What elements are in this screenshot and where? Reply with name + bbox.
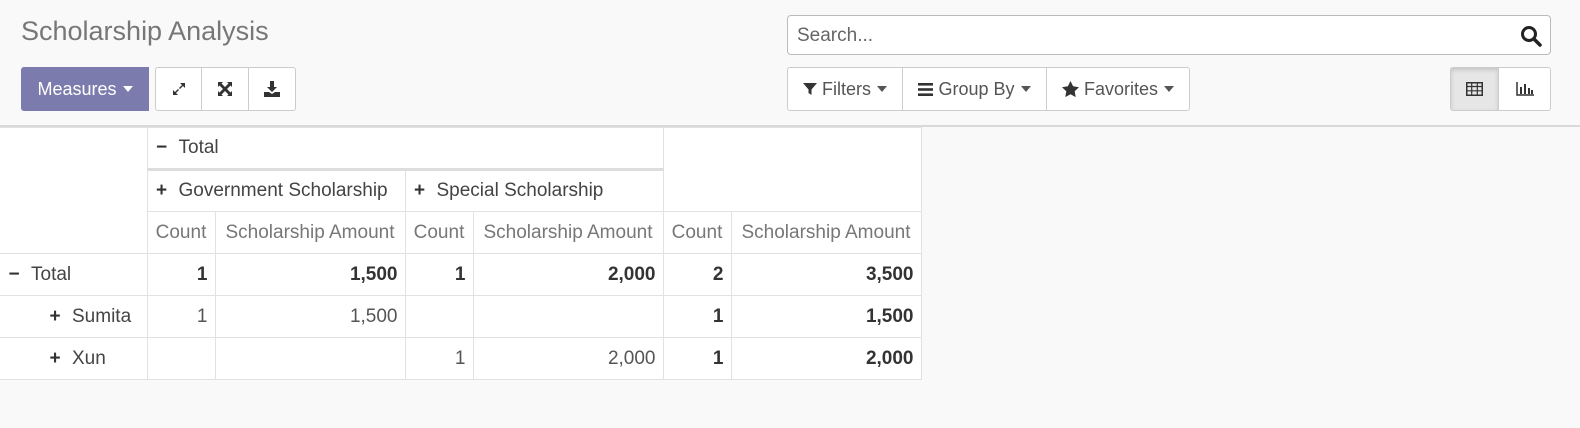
collapse-icon: − — [155, 137, 168, 158]
col-header-empty — [662, 127, 922, 212]
expand-icon: + — [413, 180, 426, 201]
flip-axis-icon — [218, 82, 232, 96]
row-header-total[interactable]: − Total — [0, 253, 148, 296]
favorites-button[interactable]: Favorites — [1046, 67, 1190, 111]
expand-icon: + — [49, 305, 61, 327]
measure-header[interactable]: Scholarship Amount — [472, 211, 664, 254]
measure-header[interactable]: Count — [146, 211, 216, 254]
measure-header[interactable]: Scholarship Amount — [214, 211, 406, 254]
measures-button[interactable]: Measures — [21, 67, 149, 111]
pivot-cell — [214, 337, 406, 380]
download-button[interactable] — [248, 67, 296, 111]
pivot-cell: 2,000 — [472, 253, 664, 296]
measure-header[interactable]: Scholarship Amount — [730, 211, 922, 254]
download-icon — [264, 81, 280, 97]
table-row: + Sumita 1 1,500 1 1,500 — [0, 295, 922, 338]
measure-header[interactable]: Count — [662, 211, 732, 254]
row-header-label: Total — [31, 263, 72, 285]
col-header-total-label: Total — [178, 137, 219, 158]
flip-axis-button[interactable] — [201, 67, 249, 111]
group-by-label: Group By — [938, 78, 1015, 99]
row-header-label: Xun — [72, 347, 106, 369]
table-row: + Xun 1 2,000 1 2,000 — [0, 337, 922, 380]
col-header-government-scholarship[interactable]: + Government Scholarship — [146, 168, 406, 212]
row-header-sumita[interactable]: + Sumita — [0, 295, 148, 338]
pivot-corner — [0, 127, 148, 254]
search-box[interactable] — [787, 15, 1551, 55]
favorites-label: Favorites — [1083, 78, 1159, 99]
expand-icon: + — [49, 347, 61, 369]
pivot-table: − Total + Government Scholarship + Special … — [0, 127, 922, 380]
measure-header[interactable]: Count — [404, 211, 474, 254]
col-header-label: Special Scholarship — [436, 180, 604, 201]
search-input[interactable] — [795, 21, 1509, 51]
pivot-cell — [472, 295, 664, 338]
pivot-cell: 1 — [662, 295, 732, 338]
table-row: − Total 1 1,500 1 2,000 2 3,500 — [0, 253, 922, 296]
pivot-cell — [146, 337, 216, 380]
pivot-cell: 2,000 — [730, 337, 922, 380]
graph-view-button[interactable] — [1498, 67, 1551, 111]
row-header-label: Sumita — [72, 305, 132, 327]
row-header-xun[interactable]: + Xun — [0, 337, 148, 380]
caret-down-icon — [877, 86, 887, 92]
filters-button[interactable]: Filters — [787, 67, 903, 111]
page-title: Scholarship Analysis — [21, 16, 269, 46]
caret-down-icon — [1164, 86, 1175, 92]
pivot-cell — [404, 295, 474, 338]
col-header-special-scholarship[interactable]: + Special Scholarship — [404, 168, 664, 212]
control-panel: Scholarship Analysis Measures Search... … — [0, 0, 1580, 127]
expand-all-button[interactable] — [155, 67, 202, 111]
measures-label: Measures — [37, 78, 117, 99]
table-icon — [1466, 82, 1483, 96]
caret-down-icon — [1020, 86, 1031, 92]
filters-label: Filters — [822, 78, 871, 99]
star-icon — [1061, 81, 1079, 97]
col-header-label: Government Scholarship — [178, 180, 388, 201]
search-icon[interactable] — [1520, 25, 1542, 52]
expand-arrows-icon — [172, 83, 185, 95]
pivot-cell: 3,500 — [730, 253, 922, 296]
pivot-cell: 1 — [662, 337, 732, 380]
pivot-cell: 1 — [146, 253, 216, 296]
pivot-cell: 1,500 — [214, 253, 406, 296]
pivot-cell: 2,000 — [472, 337, 664, 380]
pivot-cell: 1 — [404, 337, 474, 380]
expand-icon: + — [155, 180, 168, 201]
caret-down-icon — [122, 86, 133, 92]
pivot-view-button[interactable] — [1450, 67, 1499, 111]
pivot-cell: 1 — [146, 295, 216, 338]
col-header-total[interactable]: − Total — [146, 127, 664, 170]
pivot-cell: 2 — [662, 253, 732, 296]
bar-chart-icon — [1515, 82, 1534, 96]
pivot-cell: 1 — [404, 253, 474, 296]
pivot-cell: 1,500 — [214, 295, 406, 338]
collapse-icon: − — [8, 263, 20, 285]
filter-icon — [803, 83, 817, 95]
pivot-cell: 1,500 — [730, 295, 922, 338]
group-by-button[interactable]: Group By — [902, 67, 1047, 111]
bars-icon — [918, 82, 934, 96]
